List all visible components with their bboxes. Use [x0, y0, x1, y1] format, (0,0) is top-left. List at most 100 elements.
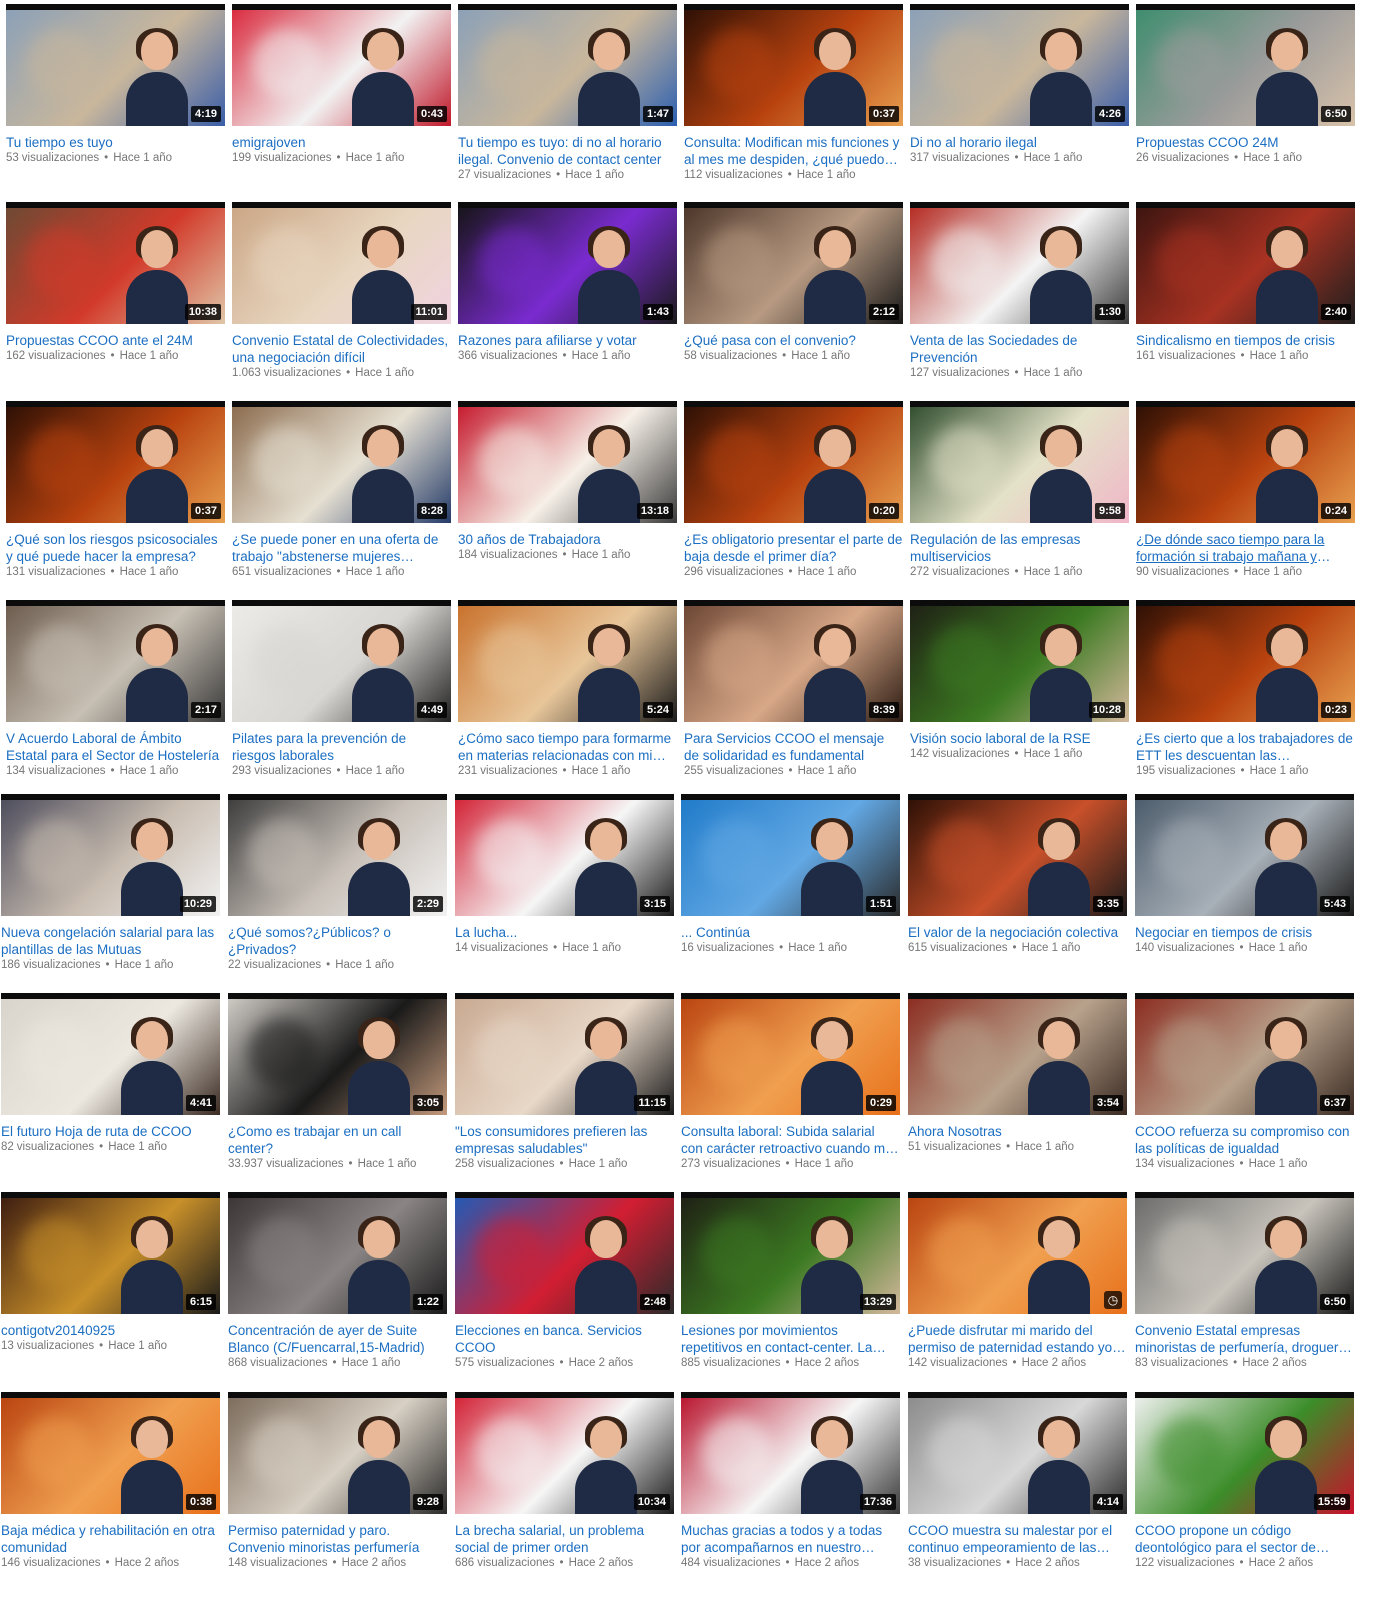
video-card[interactable]: 0:29 Consulta laboral: Subida salarial co…	[681, 993, 900, 1172]
video-card[interactable]: 8:39 Para Servicios CCOO el mensaje de so…	[684, 600, 903, 779]
video-title-link[interactable]: emigrajoven	[232, 134, 451, 151]
video-thumbnail[interactable]: 11:15	[455, 993, 674, 1115]
video-title-link[interactable]: El valor de la negociación colectiva	[908, 924, 1127, 941]
watch-later-icon[interactable]: ◷	[1104, 1291, 1122, 1309]
video-card[interactable]: 1:47 Tu tiempo es tuyo: di no al horario …	[458, 4, 677, 183]
video-card[interactable]: 17:36 Muchas gracias a todos y a todas po…	[681, 1392, 900, 1571]
video-title-link[interactable]: La lucha...	[455, 924, 674, 941]
video-title-link[interactable]: Permiso paternidad y paro. Convenio mino…	[228, 1522, 447, 1556]
video-thumbnail[interactable]: 10:29	[1, 794, 220, 916]
video-card[interactable]: 0:43 emigrajoven 199 visualizaciones • Hace 1…	[232, 4, 451, 166]
video-thumbnail[interactable]: 1:22	[228, 1192, 447, 1314]
video-title-link[interactable]: Consulta laboral: Subida salarial con ca…	[681, 1123, 900, 1157]
video-card[interactable]: 13:18 30 años de Trabajadora 184 visualizac…	[458, 401, 677, 563]
video-thumbnail[interactable]: 5:24	[458, 600, 677, 722]
video-thumbnail[interactable]: 1:47	[458, 4, 677, 126]
video-thumbnail[interactable]: 9:58	[910, 401, 1129, 523]
video-title-link[interactable]: ¿Como es trabajar en un call center?	[228, 1123, 447, 1157]
video-card[interactable]: 1:43 Razones para afiliarse y votar 366 vis…	[458, 202, 677, 364]
video-title-link[interactable]: Lesiones por movimientos repetitivos en …	[681, 1322, 900, 1356]
video-thumbnail[interactable]: 1:30	[910, 202, 1129, 324]
video-thumbnail[interactable]: 0:43	[232, 4, 451, 126]
video-card[interactable]: 10:28 Visión socio laboral de la RSE 142 vi…	[910, 600, 1129, 762]
video-thumbnail[interactable]: 4:19	[6, 4, 225, 126]
video-thumbnail[interactable]: 11:01	[232, 202, 451, 324]
video-thumbnail[interactable]: 6:37	[1135, 993, 1354, 1115]
video-card[interactable]: 3:54 Ahora Nosotras 51 visualizaciones • Hace…	[908, 993, 1127, 1155]
video-card[interactable]: 8:28 ¿Se puede poner en una oferta de tra…	[232, 401, 451, 580]
video-title-link[interactable]: El futuro Hoja de ruta de CCOO	[1, 1123, 220, 1140]
video-title-link[interactable]: CCOO muestra su malestar por el continuo…	[908, 1522, 1127, 1556]
video-title-link[interactable]: Nueva congelación salarial para las plan…	[1, 924, 220, 958]
video-card[interactable]: 0:24 ¿De dónde saco tiempo para la formac…	[1136, 401, 1355, 580]
video-card[interactable]: 6:50 Convenio Estatal empresas minoristas…	[1135, 1192, 1354, 1371]
video-card[interactable]: 9:58 Regulación de las empresas multiserv…	[910, 401, 1129, 580]
video-title-link[interactable]: Baja médica y rehabilitación en otra com…	[1, 1522, 220, 1556]
video-card[interactable]: 3:35 El valor de la negociación colectiva…	[908, 794, 1127, 956]
video-title-link[interactable]: Para Servicios CCOO el mensaje de solida…	[684, 730, 903, 764]
video-card[interactable]: 4:19 Tu tiempo es tuyo 53 visualizaciones • H…	[6, 4, 225, 166]
video-title-link[interactable]: Propuestas CCOO 24M	[1136, 134, 1355, 151]
video-thumbnail[interactable]: 1:51	[681, 794, 900, 916]
video-card[interactable]: 6:15 contigotv20140925 13 visualizaciones • H…	[1, 1192, 220, 1354]
video-title-link[interactable]: Visión socio laboral de la RSE	[910, 730, 1129, 747]
video-thumbnail[interactable]: 0:37	[684, 4, 903, 126]
video-card[interactable]: 3:15 La lucha... 14 visualizaciones • Hace 1 …	[455, 794, 674, 956]
video-title-link[interactable]: Regulación de las empresas multiservicio…	[910, 531, 1129, 565]
video-card[interactable]: 0:38 Baja médica y rehabilitación en otra…	[1, 1392, 220, 1571]
video-thumbnail[interactable]: 17:36	[681, 1392, 900, 1514]
video-title-link[interactable]: "Los consumidores prefieren las empresas…	[455, 1123, 674, 1157]
video-card[interactable]: 0:37 ¿Qué son los riesgos psicosociales y…	[6, 401, 225, 580]
video-card[interactable]: 10:29 Nueva congelación salarial para las…	[1, 794, 220, 973]
video-card[interactable]: 15:59 CCOO propone un código deontológico…	[1135, 1392, 1354, 1571]
video-thumbnail[interactable]: 8:28	[232, 401, 451, 523]
video-card[interactable]: 10:34 La brecha salarial, un problema soc…	[455, 1392, 674, 1571]
video-thumbnail[interactable]: 3:35	[908, 794, 1127, 916]
video-thumbnail[interactable]: 2:12	[684, 202, 903, 324]
video-thumbnail[interactable]: 2:17	[6, 600, 225, 722]
video-title-link[interactable]: ¿De dónde saco tiempo para la formación …	[1136, 531, 1355, 565]
video-thumbnail[interactable]: 15:59	[1135, 1392, 1354, 1514]
video-title-link[interactable]: Consulta: Modifican mis funciones y al m…	[684, 134, 903, 168]
video-title-link[interactable]: Convenio Estatal de Colectividades, una …	[232, 332, 451, 366]
video-title-link[interactable]: Elecciones en banca. Servicios CCOO	[455, 1322, 674, 1356]
video-thumbnail[interactable]: 0:37	[6, 401, 225, 523]
video-title-link[interactable]: Concentración de ayer de Suite Blanco (C…	[228, 1322, 447, 1356]
video-card[interactable]: 6:50 Propuestas CCOO 24M 26 visualizaciones…	[1136, 4, 1355, 166]
video-card[interactable]: 4:26 Di no al horario ilegal 317 visualizac…	[910, 4, 1129, 166]
video-card[interactable]: 2:12 ¿Qué pasa con el convenio? 58 visualiz…	[684, 202, 903, 364]
video-title-link[interactable]: Tu tiempo es tuyo: di no al horario ileg…	[458, 134, 677, 168]
video-thumbnail[interactable]: 0:29	[681, 993, 900, 1115]
video-thumbnail[interactable]: 4:41	[1, 993, 220, 1115]
video-title-link[interactable]: ¿Se puede poner en una oferta de trabajo…	[232, 531, 451, 565]
video-thumbnail[interactable]: 3:05	[228, 993, 447, 1115]
video-title-link[interactable]: ¿Es obligatorio presentar el parte de ba…	[684, 531, 903, 565]
video-card[interactable]: 4:14 CCOO muestra su malestar por el cont…	[908, 1392, 1127, 1571]
video-thumbnail[interactable]: 9:28	[228, 1392, 447, 1514]
video-thumbnail[interactable]: 0:20	[684, 401, 903, 523]
video-card[interactable]: 3:05 ¿Como es trabajar en un call center?…	[228, 993, 447, 1172]
video-thumbnail[interactable]: 6:50	[1136, 4, 1355, 126]
video-card[interactable]: 2:17 V Acuerdo Laboral de Ámbito Estatal …	[6, 600, 225, 779]
video-card[interactable]: 2:48 Elecciones en banca. Servicios CCOO 5…	[455, 1192, 674, 1371]
video-thumbnail[interactable]: 13:18	[458, 401, 677, 523]
video-card[interactable]: 0:37 Consulta: Modifican mis funciones y …	[684, 4, 903, 183]
video-thumbnail[interactable]: 10:34	[455, 1392, 674, 1514]
video-thumbnail[interactable]: 13:29	[681, 1192, 900, 1314]
video-card[interactable]: 4:41 El futuro Hoja de ruta de CCOO 82 visu…	[1, 993, 220, 1155]
video-title-link[interactable]: Propuestas CCOO ante el 24M	[6, 332, 225, 349]
video-card[interactable]: 13:29 Lesiones por movimientos repetitivo…	[681, 1192, 900, 1371]
video-card[interactable]: 0:20 ¿Es obligatorio presentar el parte d…	[684, 401, 903, 580]
video-card[interactable]: 0:23 ¿Es cierto que a los trabajadores de…	[1136, 600, 1355, 779]
video-thumbnail[interactable]: 5:43	[1135, 794, 1354, 916]
video-title-link[interactable]: Di no al horario ilegal	[910, 134, 1129, 151]
video-title-link[interactable]: V Acuerdo Laboral de Ámbito Estatal para…	[6, 730, 225, 764]
video-card[interactable]: 11:15 "Los consumidores prefieren las emp…	[455, 993, 674, 1172]
video-thumbnail[interactable]: 0:38	[1, 1392, 220, 1514]
video-title-link[interactable]: Venta de las Sociedades de Prevención	[910, 332, 1129, 366]
video-title-link[interactable]: CCOO refuerza su compromiso con las polí…	[1135, 1123, 1354, 1157]
video-title-link[interactable]: ¿Cómo saco tiempo para formarme en mater…	[458, 730, 677, 764]
video-thumbnail[interactable]: 3:54	[908, 993, 1127, 1115]
video-card[interactable]: 5:24 ¿Cómo saco tiempo para formarme en m…	[458, 600, 677, 779]
video-title-link[interactable]: ¿Puede disfrutar mi marido del permiso d…	[908, 1322, 1127, 1356]
